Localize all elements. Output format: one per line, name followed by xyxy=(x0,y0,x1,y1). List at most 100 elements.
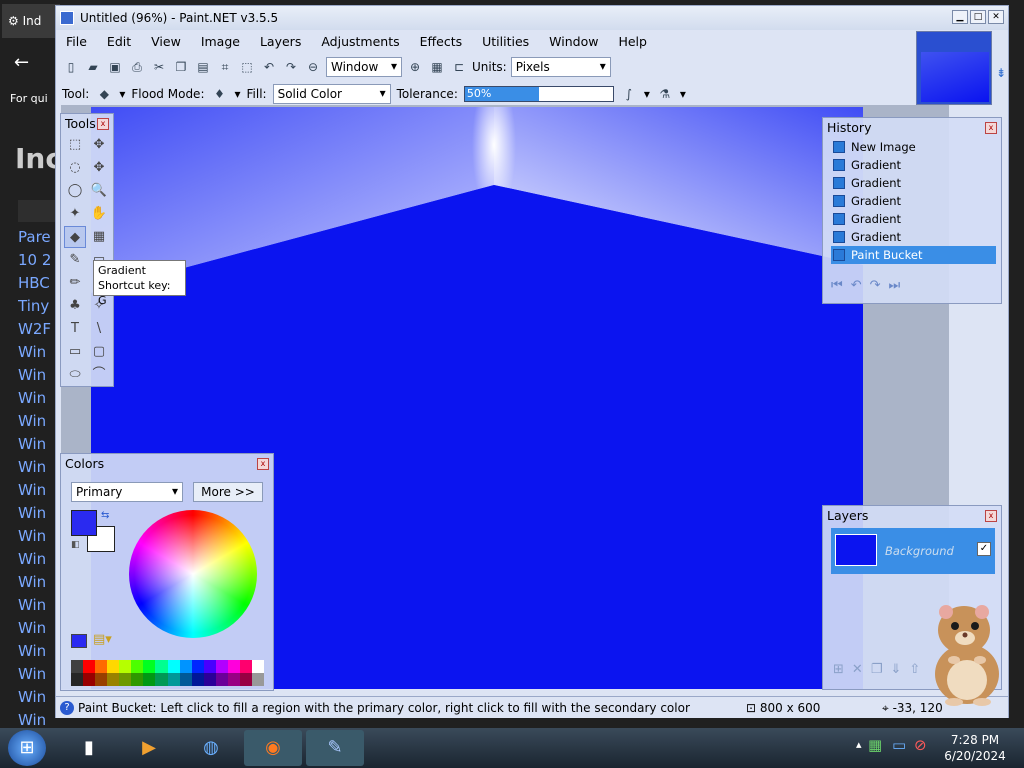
rewind-icon[interactable]: ⏮ xyxy=(831,278,843,293)
title-bar[interactable]: Untitled (96%) - Paint.NET v3.5.5 ▁ □ ✕ xyxy=(56,6,1008,30)
cut-icon[interactable]: ✂ xyxy=(150,58,168,76)
palette-swatch[interactable] xyxy=(131,660,144,673)
palette-swatch[interactable] xyxy=(215,673,228,686)
palette-swatch[interactable] xyxy=(71,673,84,686)
chevron-down-icon[interactable]: ▾ xyxy=(680,87,686,101)
zoom-in-icon[interactable]: ⊕ xyxy=(406,58,424,76)
open-icon[interactable]: ▰ xyxy=(84,58,102,76)
zoom-out-icon[interactable]: ⊖ xyxy=(304,58,322,76)
start-button[interactable]: ⊞ xyxy=(8,730,46,766)
palette-swatch[interactable] xyxy=(167,673,180,686)
history-item[interactable]: Gradient xyxy=(831,228,996,246)
palette-swatch[interactable] xyxy=(107,660,120,673)
new-icon[interactable]: ▯ xyxy=(62,58,80,76)
layers-panel-close-button[interactable]: x xyxy=(985,510,997,522)
palette-swatch[interactable] xyxy=(155,660,168,673)
menu-view[interactable]: View xyxy=(141,32,191,52)
network-icon[interactable]: ▦ xyxy=(868,736,882,754)
paste-icon[interactable]: ▤ xyxy=(194,58,212,76)
rounded-rectangle-tool-icon[interactable]: ▢ xyxy=(88,341,110,363)
magic-wand-tool-icon[interactable]: ✦ xyxy=(64,203,86,225)
chevron-down-icon[interactable]: ▾ xyxy=(644,87,650,101)
palette-swatch[interactable] xyxy=(155,673,168,686)
palette-swatch[interactable] xyxy=(167,660,180,673)
palette-menu-icon[interactable]: ▤▾ xyxy=(93,632,112,647)
palette-swatch[interactable] xyxy=(179,660,192,673)
reset-colors-icon[interactable]: ◧ xyxy=(71,540,80,550)
menu-image[interactable]: Image xyxy=(191,32,250,52)
lasso-select-tool-icon[interactable]: ◌ xyxy=(64,157,86,179)
clone-stamp-tool-icon[interactable]: ♣ xyxy=(64,295,86,317)
thumbnail-scroll-icon[interactable]: ⇟ xyxy=(996,66,1006,80)
gradient-tool-icon[interactable]: ▦ xyxy=(88,226,110,248)
text-tool-icon[interactable]: T xyxy=(64,318,86,340)
palette-swatch[interactable] xyxy=(95,660,108,673)
fill-select[interactable]: Solid Color xyxy=(272,84,391,104)
ellipse-select-tool-icon[interactable]: ◯ xyxy=(64,180,86,202)
paint-bucket-tool-icon[interactable]: ◆ xyxy=(64,226,86,248)
volume-muted-icon[interactable]: ⊘ xyxy=(914,736,927,754)
taskbar-media-player-icon[interactable]: ▶ xyxy=(120,730,178,766)
history-item[interactable]: Paint Bucket xyxy=(831,246,996,264)
copy-icon[interactable]: ❐ xyxy=(172,58,190,76)
taskbar-globe-icon[interactable]: ◍ xyxy=(182,730,240,766)
taskbar-firefox-icon[interactable]: ◉ xyxy=(244,730,302,766)
history-item[interactable]: Gradient xyxy=(831,192,996,210)
menu-layers[interactable]: Layers xyxy=(250,32,311,52)
chevron-down-icon[interactable]: ▾ xyxy=(234,87,240,101)
menu-edit[interactable]: Edit xyxy=(97,32,141,52)
back-arrow-icon[interactable]: ← xyxy=(14,52,29,73)
palette-swatch[interactable] xyxy=(239,673,252,686)
maximize-button[interactable]: □ xyxy=(970,10,986,24)
palette-swatch[interactable] xyxy=(143,673,156,686)
palette-swatch[interactable] xyxy=(179,673,192,686)
freeform-shape-tool-icon[interactable]: ⌒ xyxy=(88,364,110,386)
history-panel-close-button[interactable]: x xyxy=(985,122,997,134)
palette-swatch[interactable] xyxy=(251,673,264,686)
chevron-down-icon[interactable]: ▾ xyxy=(119,87,125,101)
current-tool-paint-bucket-icon[interactable]: ◆ xyxy=(95,85,113,103)
taskbar-paintnet-icon[interactable]: ✎ xyxy=(306,730,364,766)
palette-swatch[interactable] xyxy=(191,673,204,686)
browser-tab[interactable]: ⚙ Ind xyxy=(2,4,60,38)
rectangle-tool-icon[interactable]: ▭ xyxy=(64,341,86,363)
pan-tool-icon[interactable]: ✋ xyxy=(88,203,110,225)
tray-expand-icon[interactable]: ▴ xyxy=(856,738,862,751)
history-item[interactable]: New Image xyxy=(831,138,996,156)
palette-swatch[interactable] xyxy=(227,660,240,673)
zoom-tool-icon[interactable]: 🔍 xyxy=(88,180,110,202)
palette-swatch[interactable] xyxy=(215,660,228,673)
menu-file[interactable]: File xyxy=(56,32,97,52)
duplicate-layer-icon[interactable]: ❐ xyxy=(871,662,883,677)
move-selection-tool-icon[interactable]: ✥ xyxy=(88,134,110,156)
palette-swatch[interactable] xyxy=(131,673,144,686)
monitor-icon[interactable]: ▭ xyxy=(892,736,906,754)
taskbar-terminal-icon[interactable]: ▮ xyxy=(60,730,118,766)
tolerance-slider[interactable]: 50% xyxy=(463,86,614,102)
add-layer-icon[interactable]: ⊞ xyxy=(833,662,844,677)
merge-layer-icon[interactable]: ⇓ xyxy=(890,662,901,677)
move-selected-tool-icon[interactable]: ✥ xyxy=(88,157,110,179)
color-wheel[interactable] xyxy=(129,510,257,638)
menu-utilities[interactable]: Utilities xyxy=(472,32,539,52)
delete-layer-icon[interactable]: ✕ xyxy=(852,662,863,677)
clock[interactable]: 7:28 PM 6/20/2024 xyxy=(940,732,1010,764)
ruler-icon[interactable]: ⊏ xyxy=(450,58,468,76)
paintbrush-tool-icon[interactable]: ✎ xyxy=(64,249,86,271)
palette-icon[interactable] xyxy=(71,634,87,648)
minimize-button[interactable]: ▁ xyxy=(952,10,968,24)
print-icon[interactable]: ⎙ xyxy=(128,58,146,76)
units-select[interactable]: Pixels xyxy=(510,57,611,77)
blend-mode-icon[interactable]: ⚗ xyxy=(656,85,674,103)
history-item[interactable]: Gradient xyxy=(831,210,996,228)
grid-icon[interactable]: ▦ xyxy=(428,58,446,76)
palette-swatch[interactable] xyxy=(71,660,84,673)
ellipse-tool-icon[interactable]: ⬭ xyxy=(64,364,86,386)
palette-swatch[interactable] xyxy=(119,673,132,686)
menu-window[interactable]: Window xyxy=(539,32,608,52)
palette-swatch[interactable] xyxy=(251,660,264,673)
move-up-icon[interactable]: ⇧ xyxy=(909,662,920,677)
layer-visibility-checkbox[interactable]: ✓ xyxy=(977,542,991,556)
crop-icon[interactable]: ⌗ xyxy=(216,58,234,76)
tools-panel-close-button[interactable]: x xyxy=(97,118,109,130)
